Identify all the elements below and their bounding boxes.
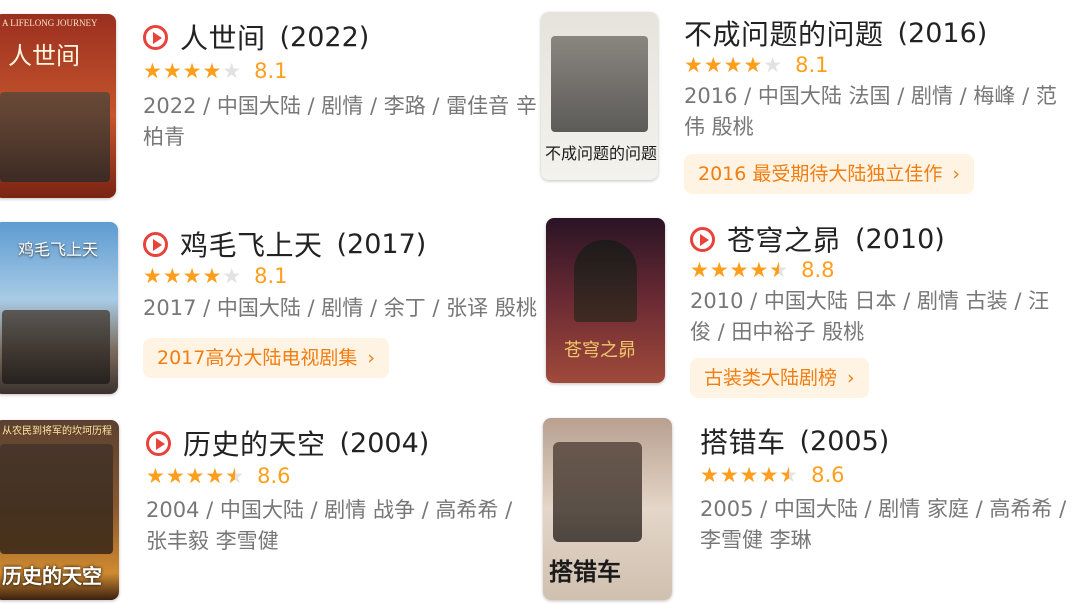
rating-score: 8.1	[254, 264, 288, 288]
poster-title-text: 苍穹之昴	[564, 340, 636, 361]
poster-figures	[551, 36, 648, 132]
poster-title-text: 鸡毛飞上天	[18, 240, 99, 259]
rating-score: 8.1	[254, 59, 288, 83]
poster-caption: 从农民到将军的坎坷历程	[2, 426, 112, 437]
movie-title[interactable]: 历史的天空	[183, 423, 326, 463]
rating-score: 8.1	[795, 53, 829, 77]
poster-caption: A LIFELONG JOURNEY	[2, 18, 98, 28]
movie-year: (2016)	[897, 17, 988, 49]
movie-meta: 2016 / 中国大陆 法国 / 剧情 / 梅峰 / 范伟 殷桃	[684, 84, 1057, 139]
movie-poster[interactable]: 搭错车	[543, 418, 672, 600]
movie-title[interactable]: 人世间	[180, 17, 266, 57]
movie-year: (2004)	[339, 427, 430, 459]
movie-title[interactable]: 不成问题的问题	[684, 13, 884, 53]
movie-year: (2017)	[336, 228, 427, 260]
poster-figures	[0, 92, 110, 182]
poster-figures	[2, 310, 110, 384]
movie-poster[interactable]: 从农民到将军的坎坷历程 历史的天空	[0, 420, 119, 600]
poster-figures	[0, 444, 113, 554]
movie-year: (2010)	[855, 223, 945, 255]
star-rating: ★★★★★★★★★★	[690, 257, 790, 282]
movie-poster[interactable]: 不成问题的问题	[541, 12, 658, 180]
star-rating: ★★★★★★★★★★	[143, 58, 243, 83]
badge-label: 古装类大陆剧榜	[704, 367, 838, 389]
movie-year: (2005)	[799, 425, 890, 457]
movie-meta: 2005 / 中国大陆 / 剧情 家庭 / 高希希 / 李雪健 李琳	[700, 497, 1067, 552]
movie-title[interactable]: 搭错车	[700, 421, 786, 461]
chevron-right-icon: ›	[367, 347, 375, 369]
play-icon[interactable]	[143, 231, 168, 257]
poster-title-text: 不成问题的问题	[545, 144, 658, 163]
badge-label: 2017高分大陆电视剧集	[157, 347, 358, 369]
movie-meta: 2010 / 中国大陆 日本 / 剧情 古装 / 汪俊 / 田中裕子 殷桃	[690, 289, 1050, 344]
star-rating: ★★★★★★★★★★	[700, 462, 800, 487]
movie-year: (2022)	[279, 21, 370, 53]
rating-score: 8.8	[801, 258, 835, 282]
movie-poster[interactable]: A LIFELONG JOURNEY 人世间	[0, 14, 116, 198]
poster-title-text: 搭错车	[549, 558, 621, 586]
star-rating: ★★★★★★★★★★	[143, 263, 243, 288]
movie-poster[interactable]: 苍穹之昴	[546, 218, 665, 383]
poster-figures	[574, 240, 637, 322]
movie-poster[interactable]: 鸡毛飞上天	[0, 222, 118, 394]
movie-meta: 2004 / 中国大陆 / 剧情 战争 / 高希希 / 张丰毅 李雪健	[146, 498, 513, 553]
chevron-right-icon: ›	[847, 367, 855, 389]
play-icon[interactable]	[146, 430, 171, 456]
movie-meta: 2022 / 中国大陆 / 剧情 / 李路 / 雷佳音 辛柏青	[143, 94, 537, 149]
movie-title[interactable]: 苍穹之昴	[727, 219, 841, 259]
ranking-badge[interactable]: 古装类大陆剧榜 ›	[690, 358, 869, 398]
rating-score: 8.6	[811, 463, 845, 487]
star-rating: ★★★★★★★★★★	[146, 463, 246, 488]
poster-title-text: 人世间	[8, 42, 80, 70]
poster-figures	[553, 442, 642, 542]
star-rating: ★★★★★★★★★★	[684, 52, 784, 77]
badge-label: 2016 最受期待大陆独立佳作	[698, 163, 943, 185]
movie-meta: 2017 / 中国大陆 / 剧情 / 余丁 / 张译 殷桃	[143, 296, 537, 320]
ranking-badge[interactable]: 2017高分大陆电视剧集 ›	[143, 338, 389, 378]
rating-score: 8.6	[257, 464, 291, 488]
ranking-badge[interactable]: 2016 最受期待大陆独立佳作 ›	[684, 154, 975, 194]
play-icon[interactable]	[143, 24, 168, 50]
movie-title[interactable]: 鸡毛飞上天	[180, 224, 323, 264]
play-icon[interactable]	[690, 226, 715, 252]
chevron-right-icon: ›	[952, 163, 961, 185]
poster-title-text: 历史的天空	[2, 564, 102, 588]
